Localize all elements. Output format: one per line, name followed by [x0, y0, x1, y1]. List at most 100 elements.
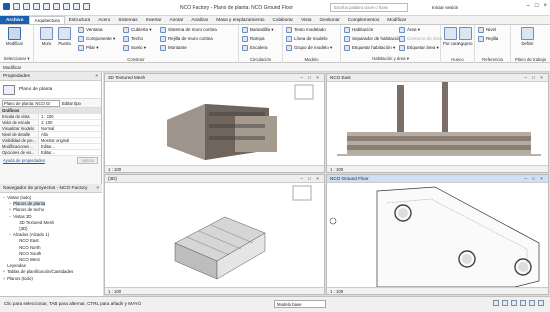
- ceiling-button[interactable]: Techo: [123, 35, 143, 43]
- viewport-window-controls[interactable]: – □ ×: [300, 75, 321, 80]
- tab-modificar[interactable]: Modificar: [383, 16, 410, 24]
- workset-select[interactable]: Modelo base: [274, 300, 326, 308]
- curtain-system-button[interactable]: Sistema de muro cortina: [160, 26, 217, 34]
- component-button[interactable]: Componente ▾: [78, 35, 115, 43]
- expand-toggle-icon[interactable]: −: [8, 214, 12, 220]
- select-by-face-icon[interactable]: [520, 300, 526, 306]
- tab-complementos[interactable]: Complementos: [344, 16, 384, 24]
- property-value[interactable]: 1 : 100: [38, 114, 101, 119]
- viewcube-icon[interactable]: [294, 84, 314, 100]
- roof-button[interactable]: Cubierta ▾: [123, 26, 152, 34]
- by-face-button[interactable]: Por cara: [443, 27, 459, 46]
- tab-estructura[interactable]: Estructura: [65, 16, 94, 24]
- area-button[interactable]: Área ▾: [399, 26, 420, 34]
- 3d-view-icon[interactable]: [83, 3, 90, 10]
- curtain-grid-button[interactable]: Rejilla de muro cortina: [160, 35, 213, 43]
- set-work-plane-button[interactable]: Definir: [521, 27, 534, 46]
- tab-colaborar[interactable]: Colaborar: [269, 16, 298, 24]
- door-button[interactable]: Puerta: [58, 27, 71, 46]
- tab-sistemas[interactable]: Sistemas: [114, 16, 141, 24]
- tab-gestionar[interactable]: Gestionar: [315, 16, 343, 24]
- links-icon[interactable]: [493, 300, 499, 306]
- view-scale[interactable]: 1 : 100: [330, 167, 343, 172]
- viewport-mesh[interactable]: 3D Textured Mesh – □ × 1 : 100: [104, 73, 325, 173]
- wall-button[interactable]: Muro: [40, 27, 53, 46]
- close-icon[interactable]: ×: [95, 74, 98, 79]
- model-text-button[interactable]: Texto modelado: [286, 26, 326, 34]
- tab-archivo[interactable]: Archivo: [0, 16, 30, 24]
- open-icon[interactable]: [13, 3, 20, 10]
- search-input[interactable]: Escriba palabra clave o frase: [330, 3, 408, 12]
- property-value[interactable]: Editar...: [38, 144, 101, 149]
- floor-button[interactable]: Suelo ▾: [123, 44, 146, 52]
- expand-toggle-icon[interactable]: −: [2, 195, 6, 201]
- grid-button[interactable]: Rejilla: [478, 35, 498, 43]
- room-button[interactable]: Habitación: [344, 26, 373, 34]
- type-selector[interactable]: Plano de planta: [0, 81, 101, 99]
- redo-icon[interactable]: [43, 3, 50, 10]
- edit-type-button[interactable]: Editar tipo: [62, 101, 81, 106]
- group-label-room-area[interactable]: Habitación y área ▾: [341, 56, 440, 62]
- signin-button[interactable]: Iniciar sesión: [432, 5, 458, 10]
- underlay-icon[interactable]: [502, 300, 508, 306]
- tab-acero[interactable]: Acero: [94, 16, 114, 24]
- tag-room-button[interactable]: Etiquetar habitación ▾: [344, 44, 395, 52]
- view-scale[interactable]: 1 : 100: [330, 289, 343, 294]
- minimize-icon[interactable]: –: [527, 3, 530, 9]
- room-separator-button[interactable]: Separador de habitación: [344, 35, 401, 43]
- viewport-window-controls[interactable]: – □ ×: [300, 176, 321, 181]
- maximize-icon[interactable]: □: [535, 3, 539, 9]
- drag-elements-icon[interactable]: [529, 300, 535, 306]
- close-icon[interactable]: ×: [543, 3, 547, 9]
- ramp-button[interactable]: Rampa: [242, 35, 265, 43]
- tab-analizar[interactable]: Analizar: [187, 16, 212, 24]
- viewcube-icon[interactable]: [292, 185, 312, 201]
- view-scale[interactable]: 1 : 100: [108, 289, 121, 294]
- filter-icon[interactable]: [538, 300, 544, 306]
- model-line-button[interactable]: Línea de modelo: [286, 35, 328, 43]
- print-icon[interactable]: [53, 3, 60, 10]
- window-button[interactable]: Ventana: [78, 26, 103, 34]
- stair-button[interactable]: Escalera: [242, 44, 268, 52]
- level-button[interactable]: Nivel: [478, 26, 496, 34]
- railing-button[interactable]: Barandilla ▾: [242, 26, 274, 34]
- app-logo-icon[interactable]: [3, 3, 10, 10]
- tab-insertar[interactable]: Insertar: [142, 16, 166, 24]
- tab-masa[interactable]: Masa y emplazamiento: [212, 16, 268, 24]
- instance-select[interactable]: Plano de planta: NCO Gr: [2, 99, 60, 107]
- mullion-button[interactable]: Montante: [160, 44, 187, 52]
- properties-help-link[interactable]: Ayuda de propiedades: [3, 158, 45, 163]
- tab-anotar[interactable]: Anotar: [166, 16, 188, 24]
- property-value[interactable]: Alto: [38, 132, 101, 137]
- property-value[interactable]: 1: 100: [38, 120, 101, 125]
- modify-button[interactable]: Modificar: [6, 27, 23, 46]
- viewport-east[interactable]: NCO East – □ × 1 : 100: [326, 73, 549, 173]
- column-button[interactable]: Pilar ▾: [78, 44, 99, 52]
- property-value[interactable]: Mostrar original: [38, 138, 101, 143]
- model-group-button[interactable]: Grupo de modelo ▾: [286, 44, 332, 52]
- save-icon[interactable]: [23, 3, 30, 10]
- text-icon[interactable]: [73, 3, 80, 10]
- browser-tree-item[interactable]: + Planos (todo): [2, 276, 100, 282]
- tab-arquitectura[interactable]: Arquitectura: [29, 16, 65, 24]
- expand-toggle-icon[interactable]: +: [2, 276, 6, 282]
- undo-icon[interactable]: [33, 3, 40, 10]
- measure-icon[interactable]: [63, 3, 70, 10]
- close-icon[interactable]: ×: [96, 186, 99, 191]
- viewport-window-controls[interactable]: – □ ×: [524, 75, 545, 80]
- group-label-select[interactable]: Seleccionar ▾: [0, 56, 33, 62]
- elevation-marker-icon[interactable]: [329, 217, 337, 225]
- apply-button[interactable]: Aplicar: [77, 156, 98, 164]
- property-value[interactable]: Normal: [38, 126, 101, 131]
- area-boundary-button[interactable]: Contorno de área: [399, 35, 442, 43]
- viewport-ground-floor[interactable]: NCO Ground Floor – □ × 1 : 100: [326, 174, 549, 295]
- tab-vista[interactable]: Vista: [297, 16, 315, 24]
- viewport-window-controls[interactable]: – □ ×: [524, 176, 545, 181]
- shaft-button[interactable]: Agujero: [458, 27, 472, 46]
- expand-toggle-icon[interactable]: −: [8, 232, 12, 238]
- tag-area-button[interactable]: Etiquetar área ▾: [399, 44, 439, 52]
- viewport-3d[interactable]: {3D} – □ × 1 : 100: [104, 174, 325, 295]
- pinned-icon[interactable]: [511, 300, 517, 306]
- view-scale[interactable]: 1 : 100: [108, 167, 121, 172]
- property-value[interactable]: Editar...: [38, 150, 101, 155]
